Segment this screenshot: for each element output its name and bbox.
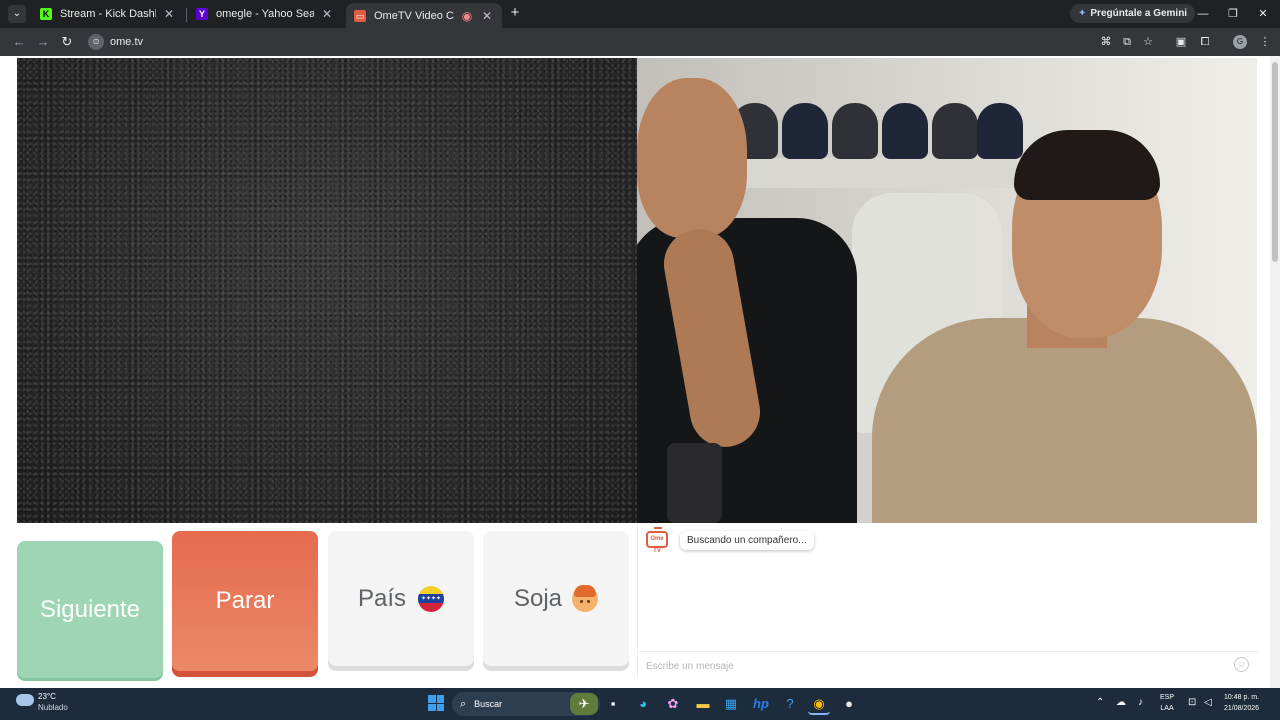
country-button[interactable]: País ✦✦✦✦ — [328, 531, 474, 666]
gemini-icon: ✦ — [1078, 8, 1087, 19]
close-tab-icon[interactable]: ✕ — [320, 7, 334, 21]
copilot-icon[interactable]: ✿ — [662, 693, 684, 715]
close-tab-icon[interactable]: ✕ — [162, 7, 176, 21]
back-button[interactable]: ← — [9, 32, 29, 52]
install-app-icon[interactable]: ⧉ — [1119, 34, 1135, 50]
own-camera-video — [637, 58, 1257, 523]
gender-button[interactable]: Soja — [483, 531, 629, 666]
translate-icon[interactable]: ⌘ — [1098, 34, 1114, 50]
chat-status-message: Buscando un compañero... — [680, 531, 814, 550]
video-person-left — [637, 58, 877, 523]
menu-dots-icon[interactable]: ⋮ — [1257, 34, 1273, 50]
tab-kick-dashboard[interactable]: K Stream - Kick Dashboard ✕ — [32, 3, 184, 25]
wifi-icon[interactable]: ⊡ — [1188, 697, 1196, 708]
tab-yahoo-search[interactable]: Y omegle - Yahoo Search Tus res ✕ — [188, 3, 342, 25]
yahoo-icon: Y — [196, 8, 208, 20]
weather-temp: 23°C — [38, 692, 56, 701]
windows-start-icon[interactable] — [428, 695, 444, 711]
clock-date: 21/08/2026 — [1224, 705, 1260, 712]
tab-search-button[interactable]: ⌄ — [8, 5, 26, 23]
reload-button[interactable]: ↻ — [57, 32, 77, 52]
stranger-video-static — [17, 58, 637, 523]
ometv-icon: ▭ — [354, 9, 366, 22]
tab-title: omegle - Yahoo Search Tus res — [216, 8, 314, 20]
tab-title: OmeTV Video Chat — Alte — [374, 9, 454, 22]
search-placeholder: Buscar — [474, 699, 503, 709]
boy-face-icon — [572, 584, 599, 612]
minimize-button[interactable]: — — [1188, 5, 1218, 23]
address-bar[interactable]: ⊙ ome.tv — [86, 31, 1166, 53]
next-button[interactable]: Siguiente — [17, 541, 163, 678]
gemini-label: Pregúntale a Gemini — [1090, 8, 1188, 19]
tab-strip: ⌄ K Stream - Kick Dashboard ✕ Y omegle -… — [0, 0, 1280, 28]
edge-icon[interactable]: ◕ — [632, 693, 654, 715]
show-hidden-icons-icon[interactable]: ⌃ — [1096, 697, 1104, 708]
scrollbar-thumb[interactable] — [1272, 62, 1278, 262]
video-microphone — [667, 443, 722, 523]
tab-title: Stream - Kick Dashboard — [60, 8, 156, 20]
weather-widget[interactable]: 23°C Nublado — [38, 691, 68, 713]
extensions-puzzle-icon[interactable]: ⧠ — [1197, 34, 1213, 50]
close-tab-icon[interactable]: ✕ — [480, 9, 494, 23]
taskbar-clock[interactable]: 10:48 p. m. 21/08/2026 — [1224, 692, 1259, 714]
forward-button[interactable]: → — [33, 32, 53, 52]
cloud-icon[interactable] — [16, 694, 34, 706]
stop-button[interactable]: Parar — [172, 531, 318, 671]
language-indicator[interactable]: ESP LAA — [1160, 692, 1174, 714]
media-app-icon[interactable]: ● — [838, 693, 860, 715]
extension-icon[interactable]: ▣ — [1173, 34, 1189, 50]
ometv-page: Siguiente Parar País ✦✦✦✦ Soja Ome TV Bu… — [0, 56, 1280, 688]
task-view-icon[interactable]: ▪ — [602, 693, 624, 715]
volume-icon[interactable]: ◁ — [1204, 697, 1212, 708]
url-text: ome.tv — [110, 36, 144, 48]
gender-label: Soja — [513, 584, 563, 612]
tab-separator — [186, 8, 187, 22]
video-person-right — [872, 58, 1257, 523]
kick-icon: K — [40, 8, 52, 20]
store-icon[interactable]: ▦ — [720, 693, 742, 715]
lang-line1: ESP — [1160, 694, 1175, 701]
hp-icon[interactable]: hp — [750, 693, 772, 715]
clock-time: 10:48 p. m. — [1224, 694, 1260, 701]
venezuela-flag-icon: ✦✦✦✦ — [418, 585, 445, 612]
file-explorer-icon[interactable]: ▬ — [692, 693, 714, 715]
lang-line2: LAA — [1160, 705, 1174, 712]
windows-taskbar: 23°C Nublado ⌕ Buscar ✈ ▪ ◕ ✿ ▬ ▦ hp ? ◉… — [0, 688, 1280, 720]
stop-label: Parar — [215, 587, 275, 614]
message-bar: ☺ — [638, 651, 1258, 678]
chat-panel: Ome TV Buscando un compañero... ☺ — [637, 523, 1258, 678]
network-icon[interactable]: ☁ — [1116, 697, 1126, 708]
recording-icon: ◉ — [461, 8, 473, 23]
restore-button[interactable]: ❐ — [1218, 5, 1248, 23]
country-label: País — [357, 584, 407, 612]
new-tab-button[interactable]: + — [506, 4, 524, 22]
chrome-icon[interactable]: ◉ — [808, 693, 830, 715]
emoji-icon[interactable]: ☺ — [1234, 657, 1249, 672]
microphone-icon[interactable]: ♪ — [1138, 697, 1143, 708]
search-highlight-icon[interactable]: ✈ — [570, 693, 598, 715]
site-info-icon[interactable]: ⊙ — [88, 34, 104, 50]
close-window-button[interactable]: ✕ — [1248, 5, 1278, 23]
next-label: Siguiente — [39, 595, 141, 623]
browser-toolbar: ← → ↻ ⊙ ome.tv ⌘ ⧉ ☆ ▣ ⧠ ⋮ — [0, 28, 1280, 56]
page-scrollbar[interactable] — [1270, 56, 1280, 688]
tab-ometv[interactable]: ▭ OmeTV Video Chat — Alte ◉ ✕ — [346, 3, 502, 28]
weather-desc: Nublado — [38, 703, 68, 712]
ometv-logo-icon: Ome TV — [646, 527, 668, 554]
help-icon[interactable]: ? — [779, 693, 801, 715]
gemini-button[interactable]: ✦ Pregúntale a Gemini — [1070, 4, 1196, 23]
profile-avatar[interactable]: G — [1233, 35, 1247, 49]
message-input[interactable] — [646, 658, 1206, 674]
search-icon: ⌕ — [460, 697, 467, 710]
bookmark-star-icon[interactable]: ☆ — [1140, 34, 1156, 50]
